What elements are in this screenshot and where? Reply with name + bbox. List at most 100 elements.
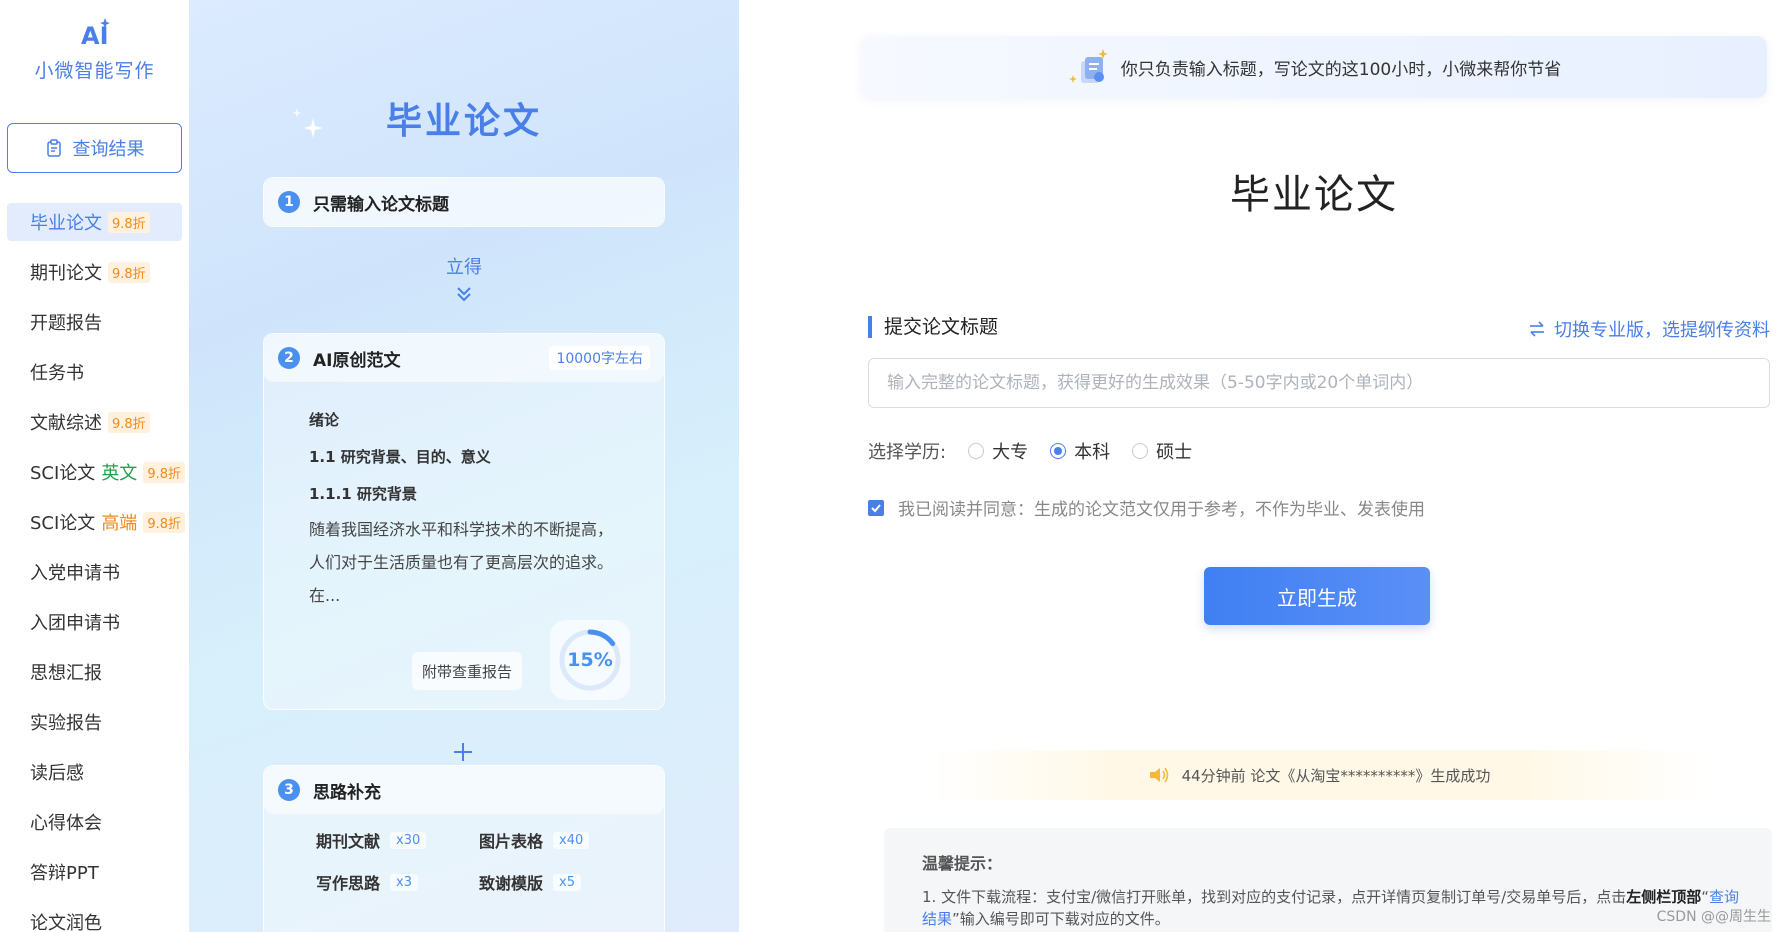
sidebar-item-proposal-report[interactable]: 开题报告 [7,303,182,341]
agreement-checkbox[interactable] [868,499,884,516]
extras-grid: 期刊文献 x30 图片表格 x40 写作思路 x3 致谢模版 x5 [264,814,664,894]
essay-heading: 1.1.1 研究背景 [309,485,417,503]
extra-item: 写作思路 x3 [316,870,479,894]
discount-badge: 9.8折 [108,411,150,433]
banner-text: 你只负责输入标题，写论文的这100小时，小微来帮你节省 [1120,59,1562,80]
sidebar: AI 小微智能写作 查询结果 毕业论文 9.8折 期刊论文 9.8折 开题报告 … [0,0,189,932]
documents-sparkle-icon [1068,49,1108,83]
radio-master[interactable]: 硕士 [1132,438,1192,464]
sidebar-item-reflections[interactable]: 心得体会 [7,803,182,841]
discount-badge: 9.8折 [108,211,150,233]
plagiarism-report-tag: 附带查重报告 [412,652,523,690]
watermark: CSDN @@周生生 [1656,909,1771,925]
essay-heading: 绪论 [309,411,340,429]
radio-label: 硕士 [1156,442,1193,463]
tips-title: 温馨提示： [922,854,1003,873]
ai-logo-icon: AI [81,18,110,50]
step2-header: 2 AI原创范文 10000字左右 [264,334,664,382]
logo[interactable]: AI 小微智能写作 [0,14,189,83]
extra-item: 期刊文献 x30 [316,828,479,852]
step-number: 1 [278,191,300,213]
switch-pro-link[interactable]: 切换专业版，选提纲传资料 [1528,316,1770,342]
essay-line: 在... [309,586,341,605]
radio-bachelor[interactable]: 本科 [1050,438,1110,464]
agreement-row: 我已阅读并同意：生成的论文范文仅用于参考，不作为毕业、发表使用 [868,495,1425,520]
sidebar-item-party-application[interactable]: 入党申请书 [7,553,182,591]
swap-arrows-icon [1530,321,1544,337]
step3-label: 思路补充 [313,782,381,803]
sidebar-item-label: 读后感 [30,763,84,784]
sidebar-item-graduation-thesis[interactable]: 毕业论文 9.8折 [7,203,182,241]
similarity-percent: 15% [567,649,613,671]
sidebar-item-label: 毕业论文 [30,213,102,234]
notice-text: 44分钟前 论文《从淘宝**********》生成成功 [1181,766,1491,785]
education-label: 选择学历: [868,442,947,463]
sidebar-item-label: 思想汇报 [30,663,102,684]
instant-label: 立得 [446,257,482,278]
plus-icon [454,743,472,761]
query-results-button[interactable]: 查询结果 [7,123,182,173]
page-title: 毕业论文 [1230,172,1398,218]
step3-header: 3 思路补充 [264,766,664,814]
extra-label: 期刊文献 [316,832,381,851]
clipboard-icon [46,139,61,157]
sidebar-item-label: 实验报告 [30,713,102,734]
recent-activity-notice: 44分钟前 论文《从淘宝**********》生成成功 [929,750,1709,800]
query-results-label: 查询结果 [72,139,145,160]
sidebar-item-label: 期刊论文 [30,263,102,284]
sidebar-item-label: SCI论文 [30,463,96,484]
step2-label: AI原创范文 [313,350,401,371]
speaker-icon [1149,767,1168,783]
sidebar-item-league-application[interactable]: 入团申请书 [7,603,182,641]
extra-label: 图片表格 [479,832,544,851]
radio-circle [1132,443,1149,459]
sidebar-item-lab-report[interactable]: 实验报告 [7,703,182,741]
premium-tag: 高端 [101,513,138,534]
sidebar-item-label: 论文润色 [30,913,102,932]
discount-badge: 9.8折 [143,511,185,533]
sidebar-item-task-book[interactable]: 任务书 [7,353,182,391]
sidebar-item-journal-paper[interactable]: 期刊论文 9.8折 [7,253,182,291]
thesis-title-input[interactable] [868,358,1770,408]
step2-card: 2 AI原创范文 10000字左右 绪论 1.1 研究背景、目的、意义 1.1.… [263,333,665,710]
promo-panel: 毕业论文 1 只需输入论文标题 立得 2 AI原创范文 10000字左右 绪论 … [189,0,739,932]
discount-badge: 9.8折 [108,261,150,283]
extra-item: 致谢模版 x5 [479,870,642,894]
switch-pro-label: 切换专业版，选提纲传资料 [1554,320,1770,341]
extra-multiplier: x5 [553,873,581,891]
radio-circle [1050,443,1067,459]
tips-text: 1. 文件下载流程：支付宝/微信打开账单，找到对应的支付记录，点开详情页复制订单… [922,886,1742,930]
sidebar-menu: 毕业论文 9.8折 期刊论文 9.8折 开题报告 任务书 文献综述 9.8折 S… [7,203,185,932]
sidebar-item-label: 入党申请书 [30,563,120,584]
checkmark-icon [871,503,881,512]
sidebar-item-polish[interactable]: 论文润色 [7,903,182,932]
sidebar-item-label: 开题报告 [30,313,102,334]
sidebar-item-defense-ppt[interactable]: 答辩PPT [7,853,182,891]
education-selector: 选择学历: 大专 本科 硕士 [868,438,1192,464]
sidebar-item-label: SCI论文 [30,513,96,534]
extra-multiplier: x40 [553,831,590,849]
top-banner: 你只负责输入标题，写论文的这100小时，小微来帮你节省 [861,36,1767,98]
tips-text-part: 1. 文件下载流程：支付宝/微信打开账单，找到对应的支付记录，点开详情页复制订单… [922,888,1627,906]
sidebar-item-label: 心得体会 [30,813,102,834]
sidebar-item-label: 任务书 [30,363,84,384]
step1-label: 只需输入论文标题 [313,194,449,215]
radio-junior-college[interactable]: 大专 [968,438,1028,464]
agreement-text: 我已阅读并同意：生成的论文范文仅用于参考，不作为毕业、发表使用 [898,500,1425,520]
double-chevron-down-icon [457,287,471,302]
generate-button[interactable]: 立即生成 [1204,567,1430,625]
essay-preview: 绪论 1.1 研究背景、目的、意义 1.1.1 研究背景 随着我国经济水平和科学… [264,382,664,612]
sidebar-item-literature-review[interactable]: 文献综述 9.8折 [7,403,182,441]
section-label: 提交论文标题 [868,316,998,338]
extra-multiplier: x3 [390,873,418,891]
tips-quote: “ [1701,888,1709,906]
tips-box: 温馨提示： 1. 文件下载流程：支付宝/微信打开账单，找到对应的支付记录，点开详… [884,828,1772,932]
step3-card: 3 思路补充 期刊文献 x30 图片表格 x40 写作思路 x3 致谢模版 x5 [263,765,665,932]
radio-circle [968,443,985,459]
extra-label: 写作思路 [316,874,381,893]
sidebar-item-thought-report[interactable]: 思想汇报 [7,653,182,691]
sidebar-item-sci-premium[interactable]: SCI论文 高端 9.8折 [7,503,185,541]
sidebar-item-sci-english[interactable]: SCI论文 英文 9.8折 [7,453,185,491]
radio-label: 本科 [1074,442,1111,463]
sidebar-item-book-review[interactable]: 读后感 [7,753,182,791]
